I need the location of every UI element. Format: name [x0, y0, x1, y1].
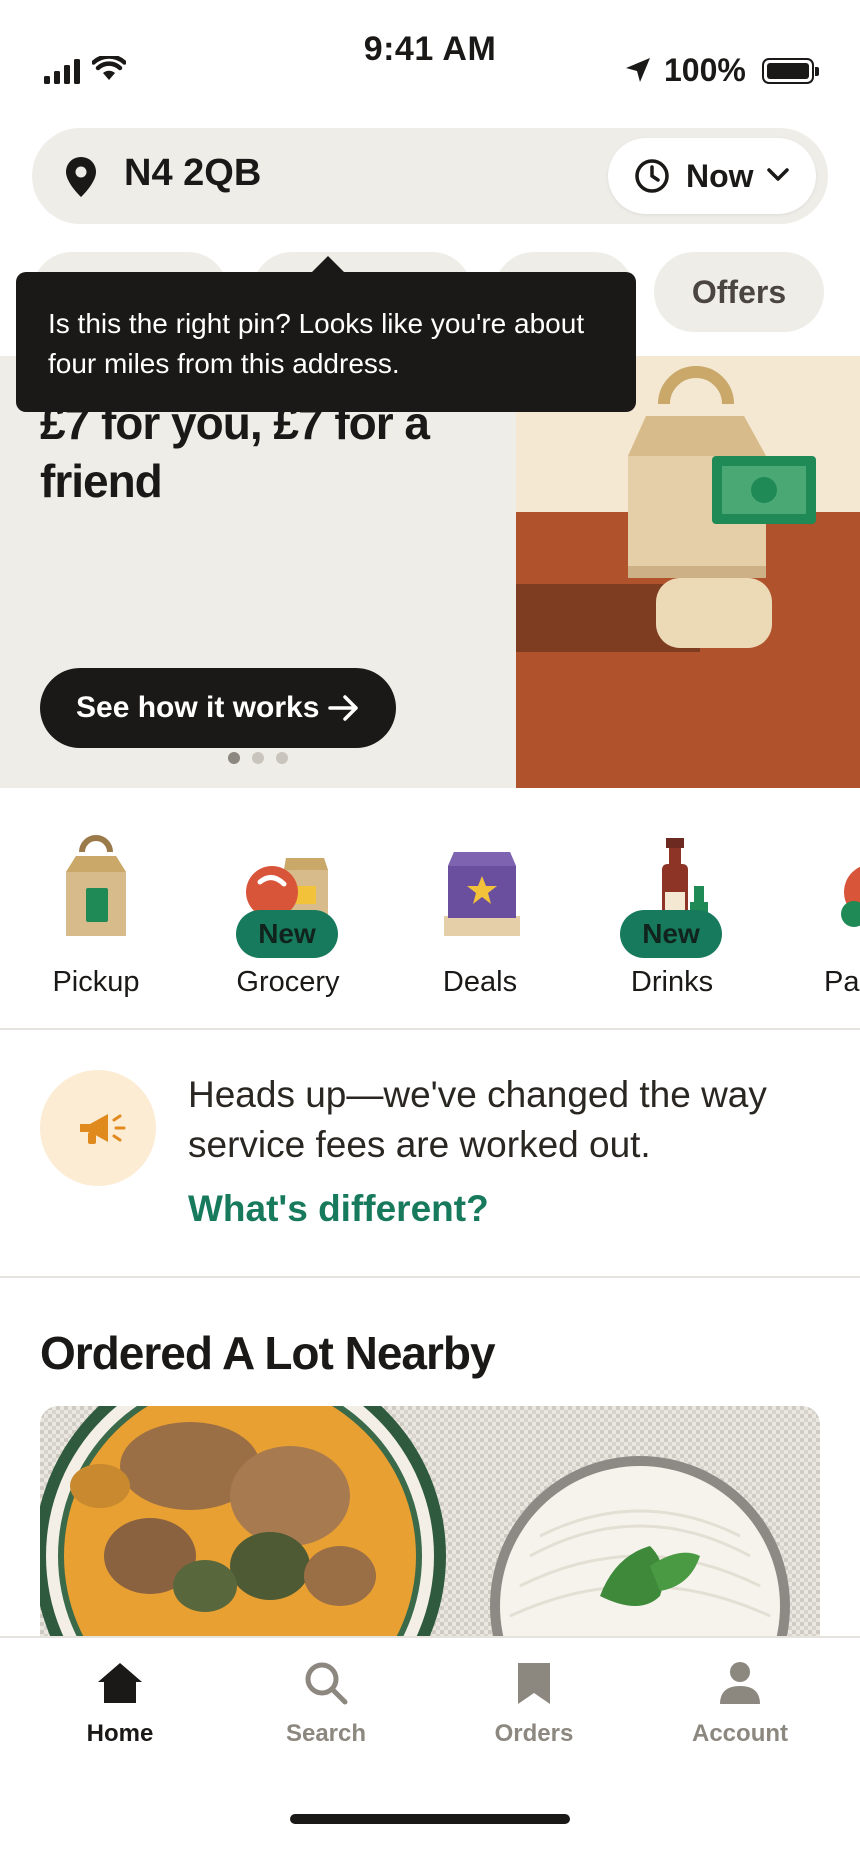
party-icon	[841, 866, 860, 927]
location-pin-tooltip[interactable]: Is this the right pin? Looks like you're…	[16, 272, 636, 412]
category-label: Pa	[824, 966, 860, 998]
new-badge: New	[236, 910, 338, 958]
category-label: Grocery	[236, 966, 340, 998]
whats-different-link[interactable]: What's different?	[188, 1188, 489, 1230]
tab-label: Orders	[494, 1720, 574, 1747]
category-party[interactable]: Pa	[784, 830, 860, 1010]
delivery-time-label: Now	[686, 158, 754, 194]
tab-account[interactable]: Account	[650, 1660, 830, 1760]
tab-label: Account	[692, 1720, 788, 1747]
chevron-down-icon	[767, 168, 789, 181]
home-indicator[interactable]	[290, 1814, 570, 1824]
food-photo	[40, 1406, 820, 1638]
pickup-bag-icon	[66, 835, 126, 936]
category-label: Deals	[442, 966, 518, 998]
tab-home[interactable]: Home	[30, 1660, 210, 1760]
service-fee-notice: Heads up—we've changed the way service f…	[188, 1074, 767, 1165]
status-bar: 9:41 AM 100%	[0, 0, 860, 110]
tab-orders[interactable]: Orders	[444, 1660, 624, 1760]
battery-icon	[762, 58, 819, 84]
carousel-dot	[228, 752, 240, 764]
category-deals[interactable]: Deals	[400, 830, 560, 1010]
bookmark-icon	[518, 1663, 550, 1704]
category-label: Pickup	[52, 966, 140, 998]
carousel-dot	[276, 752, 288, 764]
home-icon	[98, 1663, 142, 1703]
deals-box-icon	[444, 852, 520, 936]
carousel-indicator	[228, 752, 288, 764]
carousel-dot	[252, 752, 264, 764]
megaphone-icon	[80, 1114, 126, 1144]
battery-percentage: 100%	[664, 52, 746, 88]
category-drinks[interactable]: New Drinks	[592, 830, 752, 1010]
search-icon	[305, 1662, 348, 1705]
arrow-right-icon	[328, 695, 358, 721]
tab-label: Search	[285, 1720, 367, 1747]
category-pickup[interactable]: Pickup	[16, 830, 176, 1010]
category-grocery[interactable]: New Grocery	[208, 830, 368, 1010]
filter-chip-offers[interactable]: Offers	[654, 252, 824, 332]
section-title: Ordered A Lot Nearby	[40, 1327, 496, 1379]
location-pin-icon	[66, 157, 96, 197]
divider	[0, 1028, 860, 1030]
promo-illustration	[516, 356, 860, 788]
promo-banner[interactable]: £7 for you, £7 for a friend See how it w…	[0, 356, 860, 788]
new-badge: New	[620, 910, 722, 958]
person-icon	[720, 1662, 760, 1704]
location-services-icon	[626, 58, 650, 82]
tab-search[interactable]: Search	[236, 1660, 416, 1760]
delivery-address[interactable]: N4 2QB	[124, 152, 261, 195]
divider	[0, 1276, 860, 1278]
category-label: Drinks	[630, 966, 714, 998]
clock-icon	[635, 159, 669, 193]
restaurant-card[interactable]	[40, 1406, 820, 1638]
category-row: Pickup New Grocery Deals New Drinks Pa	[0, 830, 860, 1030]
tab-label: Home	[86, 1720, 154, 1747]
